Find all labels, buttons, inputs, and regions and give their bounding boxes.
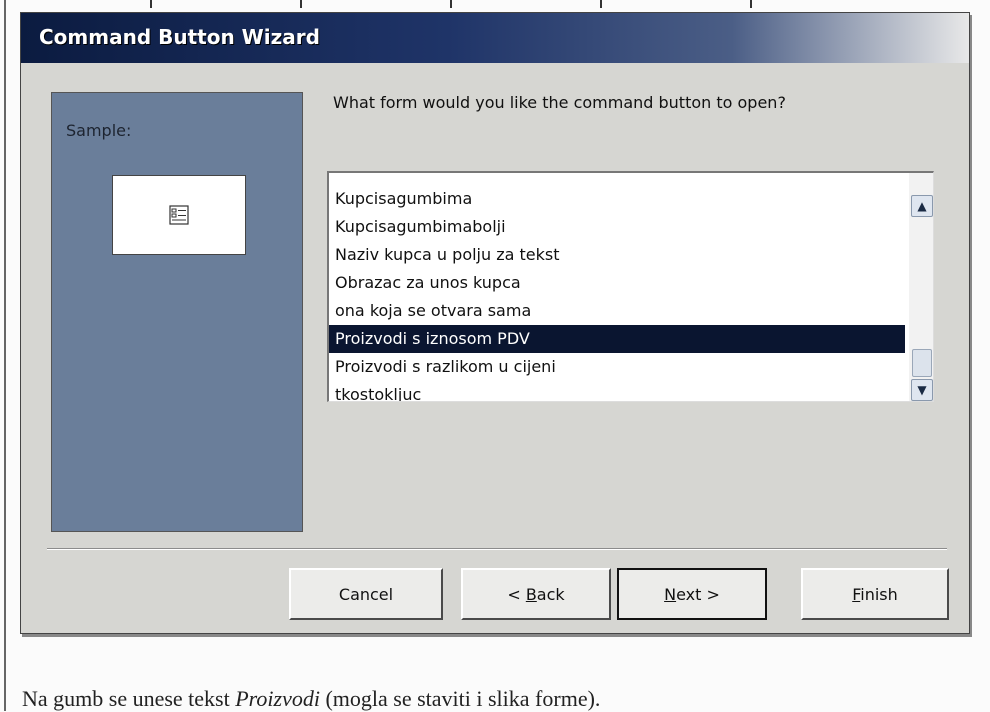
list-item[interactable]: Proizvodi s razlikom u cijeni [329,353,905,381]
form-list: Kupcisagumbima Kupcisagumbimabolji Naziv… [329,185,905,401]
ruler-tick [750,0,752,8]
finish-label: Finish [852,584,898,604]
sample-label: Sample: [66,121,132,140]
ruler-tick [600,0,602,8]
wizard-question: What form would you like the command but… [333,93,786,112]
document-caption: Na gumb se unese tekst Proizvodi (mogla … [22,686,600,712]
page-margin-line [4,0,6,711]
form-listbox[interactable]: Kupcisagumbima Kupcisagumbimabolji Naziv… [327,171,934,402]
list-item[interactable]: tkostokljuc [329,381,905,401]
ruler-tick [150,0,152,8]
list-item[interactable]: Obrazac za unos kupca [329,269,905,297]
caption-emphasis: Proizvodi [235,686,320,711]
sample-panel: Sample: [51,92,303,532]
list-scrollbar[interactable]: ▲ ▼ [909,173,933,401]
cancel-label: Cancel [338,584,394,604]
finish-button[interactable]: Finish [801,568,949,620]
list-item[interactable]: Kupcisagumbima [329,185,905,213]
scroll-thumb[interactable] [912,349,932,377]
form-icon [169,205,189,225]
caption-text: Na gumb se unese tekst [22,686,236,711]
list-item[interactable]: ona koja se otvara sama [329,297,905,325]
chevron-up-icon: ▲ [917,199,927,213]
list-item[interactable]: Naziv kupca u polju za tekst [329,241,905,269]
next-label: Next > [664,584,720,604]
caption-text-end: (mogla se staviti i slika forme). [319,686,601,711]
list-item-selected[interactable]: Proizvodi s iznosom PDV [329,325,905,353]
next-button[interactable]: Next > [617,568,767,620]
command-button-wizard-dialog: Command Button Wizard Sample: What form … [20,12,970,634]
back-button[interactable]: < Back [461,568,611,620]
ruler-tick [300,0,302,8]
separator [47,548,947,550]
scroll-down-button[interactable]: ▼ [911,379,933,401]
chevron-down-icon: ▼ [917,383,927,397]
list-item[interactable]: Kupcisagumbimabolji [329,213,905,241]
cancel-button[interactable]: Cancel [289,568,443,620]
back-label: < Back [507,584,565,604]
window-title: Command Button Wizard [39,25,320,49]
ruler-tick [450,0,452,8]
title-bar: Command Button Wizard [21,13,969,63]
scroll-up-button[interactable]: ▲ [911,195,933,217]
sample-preview [112,175,246,255]
